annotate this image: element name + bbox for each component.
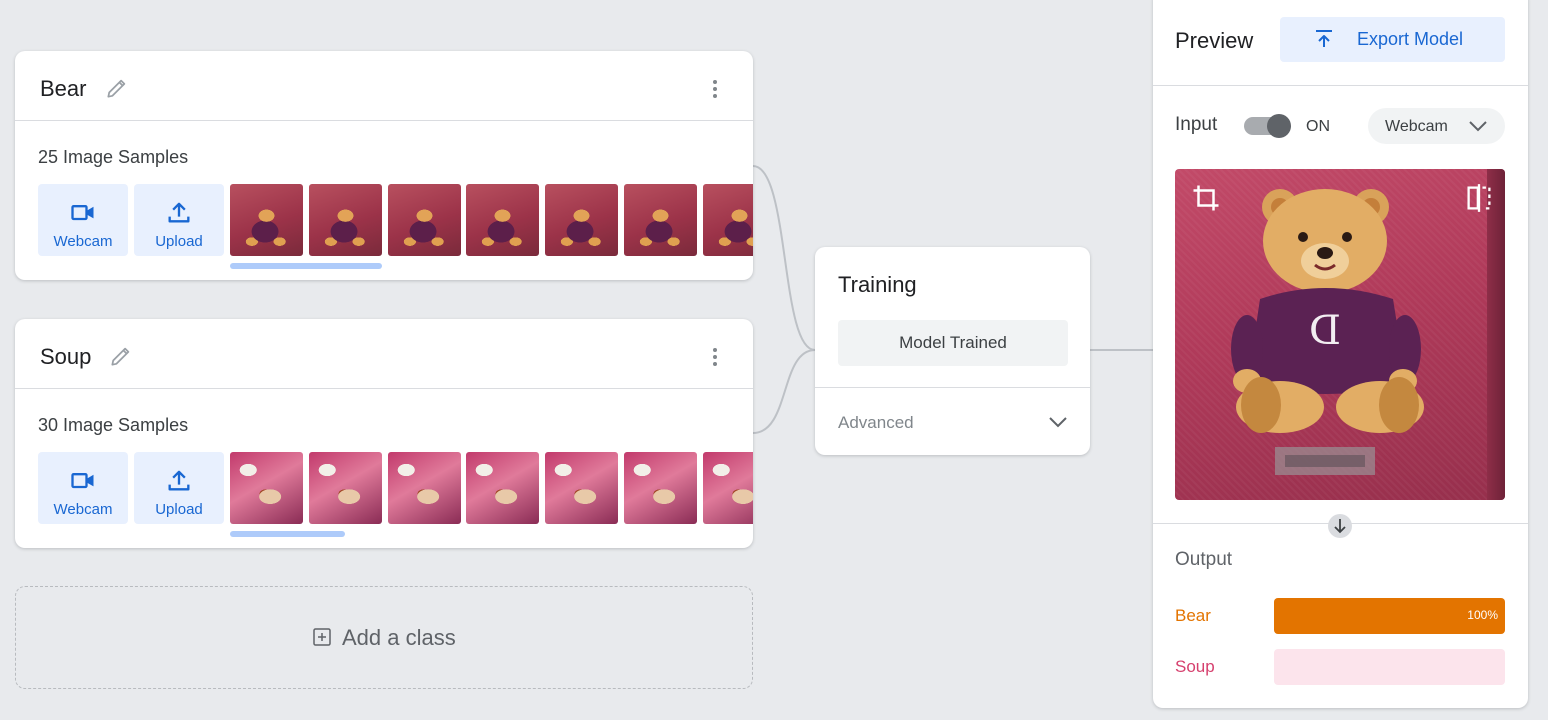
teddy-bear-image: D bbox=[1231, 189, 1424, 475]
train-model-button[interactable]: Model Trained bbox=[838, 320, 1068, 366]
advanced-toggle[interactable]: Advanced bbox=[838, 413, 914, 433]
webcam-preview: D bbox=[1175, 169, 1505, 500]
divider bbox=[815, 387, 1090, 388]
webcam-button-label: Webcam bbox=[53, 233, 113, 250]
export-model-button[interactable]: Export Model bbox=[1280, 17, 1505, 62]
divider bbox=[1153, 85, 1528, 86]
add-box-icon bbox=[313, 628, 331, 646]
sample-thumbnail[interactable] bbox=[703, 184, 753, 256]
input-source-value: Webcam bbox=[1385, 118, 1448, 135]
sample-count: 25 Image Samples bbox=[38, 147, 189, 167]
webcam-button[interactable]: Webcam bbox=[38, 184, 128, 256]
upload-button[interactable]: Upload bbox=[134, 452, 224, 524]
export-model-label: Export Model bbox=[1357, 29, 1464, 49]
class-card-bear: Bear 25 Image Samples Webcam Upload bbox=[15, 51, 753, 280]
sample-thumbnail[interactable] bbox=[309, 452, 382, 524]
output-bar-bear: 100% bbox=[1274, 598, 1505, 634]
svg-text:D: D bbox=[1309, 308, 1341, 354]
pencil-icon[interactable] bbox=[104, 75, 130, 101]
upload-button-label: Upload bbox=[155, 233, 203, 250]
thumbnail-scrollbar[interactable] bbox=[230, 531, 345, 537]
output-label-soup: Soup bbox=[1175, 657, 1215, 676]
output-label-bear: Bear bbox=[1175, 606, 1211, 625]
input-label: Input bbox=[1175, 114, 1218, 135]
sample-count: 30 Image Samples bbox=[38, 415, 189, 435]
videocam-icon bbox=[71, 473, 94, 489]
chevron-down-icon bbox=[1469, 121, 1487, 132]
sample-thumbnail[interactable] bbox=[466, 452, 539, 524]
pencil-icon[interactable] bbox=[108, 343, 134, 369]
class-card-soup: Soup 30 Image Samples Webcam Upload bbox=[15, 319, 753, 548]
thumbnail-scrollbar[interactable] bbox=[230, 263, 382, 269]
add-class-label: Add a class bbox=[342, 625, 456, 650]
preview-panel: Preview Export Model Input ON Webcam D O… bbox=[1153, 0, 1528, 708]
toggle-state-label: ON bbox=[1306, 118, 1330, 135]
sample-thumbnail[interactable] bbox=[545, 452, 618, 524]
add-class-button[interactable]: Add a class bbox=[15, 586, 753, 689]
preview-title: Preview bbox=[1175, 28, 1254, 53]
sample-thumbnail[interactable] bbox=[230, 184, 303, 256]
class-card-header: Soup bbox=[15, 319, 753, 389]
upload-button-label: Upload bbox=[155, 501, 203, 518]
flip-icon[interactable] bbox=[1465, 183, 1493, 213]
image-edge bbox=[1487, 169, 1505, 500]
training-title: Training bbox=[838, 272, 917, 297]
arrow-down-icon[interactable] bbox=[1327, 513, 1353, 539]
sample-thumbnail[interactable] bbox=[230, 452, 303, 524]
sample-thumbnail[interactable] bbox=[466, 184, 539, 256]
sample-thumbnail[interactable] bbox=[624, 184, 697, 256]
input-source-dropdown[interactable]: Webcam bbox=[1368, 108, 1505, 144]
output-bar-soup bbox=[1274, 649, 1505, 685]
training-panel: Training Model Trained Advanced bbox=[815, 247, 1090, 455]
webcam-button-label: Webcam bbox=[53, 501, 113, 518]
chevron-down-icon[interactable] bbox=[1046, 411, 1070, 433]
upload-icon bbox=[168, 202, 190, 223]
output-title: Output bbox=[1175, 549, 1233, 570]
more-vert-icon[interactable] bbox=[703, 77, 727, 101]
sample-thumbnail[interactable] bbox=[309, 184, 382, 256]
more-vert-icon[interactable] bbox=[703, 345, 727, 369]
toggle-knob bbox=[1267, 114, 1291, 138]
sample-thumbnails[interactable] bbox=[230, 452, 753, 524]
input-toggle[interactable] bbox=[1244, 114, 1291, 138]
class-name[interactable]: Soup bbox=[40, 344, 91, 370]
sample-thumbnail[interactable] bbox=[388, 452, 461, 524]
upload-icon bbox=[1316, 30, 1332, 47]
crop-icon[interactable] bbox=[1191, 183, 1221, 213]
webcam-button[interactable]: Webcam bbox=[38, 452, 128, 524]
upload-button[interactable]: Upload bbox=[134, 184, 224, 256]
upload-icon bbox=[168, 470, 190, 491]
class-name[interactable]: Bear bbox=[40, 76, 86, 102]
sample-thumbnail[interactable] bbox=[703, 452, 753, 524]
videocam-icon bbox=[71, 205, 94, 221]
sample-thumbnail[interactable] bbox=[624, 452, 697, 524]
class-card-header: Bear bbox=[15, 51, 753, 121]
sample-thumbnail[interactable] bbox=[545, 184, 618, 256]
output-percent: 100% bbox=[1467, 608, 1498, 622]
sample-thumbnail[interactable] bbox=[388, 184, 461, 256]
sample-thumbnails[interactable] bbox=[230, 184, 753, 256]
